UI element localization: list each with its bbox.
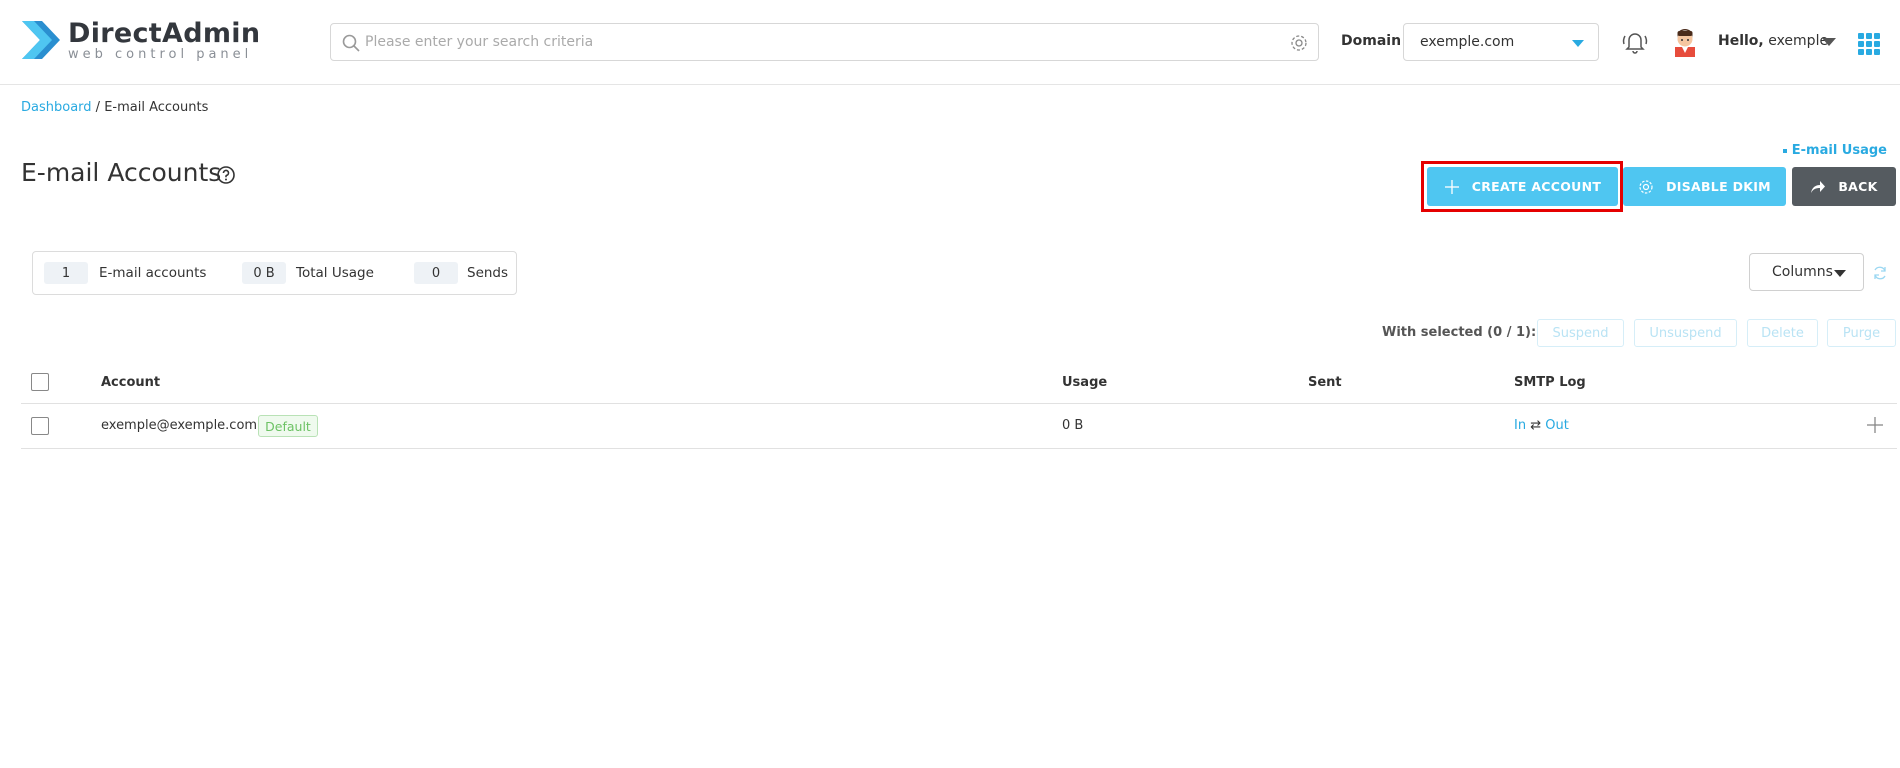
domain-label: Domain xyxy=(1341,33,1402,49)
accounts-count-badge: 1 xyxy=(44,262,88,284)
back-button[interactable]: BACK xyxy=(1792,167,1896,206)
search-bar xyxy=(330,23,1319,61)
gear-icon xyxy=(1639,179,1653,194)
domain-value: exemple.com xyxy=(1420,34,1515,50)
user-menu-chevron-icon[interactable] xyxy=(1822,38,1836,46)
greeting-prefix: Hello, xyxy=(1718,33,1764,49)
username: exemple xyxy=(1768,33,1829,49)
share-arrow-icon xyxy=(1811,180,1826,193)
search-settings-gear-icon[interactable] xyxy=(1289,33,1309,53)
table-header-row: Account Usage Sent SMTP Log xyxy=(21,366,1897,404)
purge-button[interactable]: Purge xyxy=(1827,319,1896,347)
notification-bell-icon[interactable] xyxy=(1620,27,1650,57)
create-account-button[interactable]: CREATE ACCOUNT xyxy=(1427,167,1618,206)
account-usage: 0 B xyxy=(1062,418,1084,433)
with-selected-label: With selected (0 / 1): xyxy=(1382,325,1537,340)
breadcrumb-current: E-mail Accounts xyxy=(104,100,209,115)
chevron-down-icon xyxy=(1572,40,1584,47)
refresh-icon[interactable] xyxy=(1872,265,1888,281)
chevron-down-icon xyxy=(1834,270,1846,277)
suspend-button[interactable]: Suspend xyxy=(1537,319,1624,347)
columns-label: Columns xyxy=(1772,264,1833,280)
smtp-in-link[interactable]: In xyxy=(1514,418,1526,433)
stats-summary: 1 E-mail accounts 0 B Total Usage 0 Send… xyxy=(32,251,517,295)
bullet-icon xyxy=(1782,148,1787,153)
plus-icon xyxy=(1444,179,1459,194)
avatar[interactable] xyxy=(1671,27,1699,57)
smtp-log-links: In ⇄ Out xyxy=(1514,418,1569,433)
top-header: DirectAdmin web control panel Domain exe… xyxy=(0,0,1900,85)
sends-label: Sends xyxy=(467,265,509,281)
table-row: exemple@exemple.com Default 0 B In ⇄ Out xyxy=(21,404,1897,449)
domain-select[interactable]: exemple.com xyxy=(1403,23,1599,61)
logo-subtitle: web control panel xyxy=(68,46,253,62)
expand-row-plus-icon[interactable] xyxy=(1865,415,1885,435)
help-question-icon[interactable] xyxy=(216,165,236,185)
email-usage-link[interactable]: E-mail Usage xyxy=(1782,143,1887,158)
delete-button[interactable]: Delete xyxy=(1747,319,1818,347)
directadmin-logo-icon xyxy=(22,21,60,59)
user-greeting[interactable]: Hello, exemple xyxy=(1718,33,1828,49)
usage-label: Total Usage xyxy=(296,265,374,281)
page-title: E-mail Accounts xyxy=(21,158,222,187)
account-email[interactable]: exemple@exemple.com xyxy=(101,418,257,433)
apps-grid-icon[interactable] xyxy=(1858,33,1880,55)
select-all-checkbox[interactable] xyxy=(31,373,49,391)
back-label: BACK xyxy=(1838,179,1878,194)
column-header-usage[interactable]: Usage xyxy=(1062,375,1107,390)
search-input[interactable] xyxy=(331,24,1318,60)
usage-value-badge: 0 B xyxy=(242,262,286,284)
breadcrumb: Dashboard / E-mail Accounts xyxy=(21,100,208,115)
swap-arrows-icon: ⇄ xyxy=(1530,418,1542,433)
columns-dropdown-button[interactable]: Columns xyxy=(1749,253,1864,291)
accounts-label: E-mail accounts xyxy=(99,265,207,281)
search-icon xyxy=(342,34,360,52)
column-header-smtp-log: SMTP Log xyxy=(1514,375,1586,390)
column-header-account[interactable]: Account xyxy=(101,375,160,390)
disable-dkim-label: DISABLE DKIM xyxy=(1666,179,1771,194)
create-account-label: CREATE ACCOUNT xyxy=(1471,179,1602,194)
disable-dkim-button[interactable]: DISABLE DKIM xyxy=(1623,167,1786,206)
email-usage-label: E-mail Usage xyxy=(1791,143,1887,158)
smtp-out-link[interactable]: Out xyxy=(1545,418,1569,433)
default-badge: Default xyxy=(258,415,318,437)
sends-count-badge: 0 xyxy=(414,262,458,284)
logo-title: DirectAdmin xyxy=(68,17,261,49)
breadcrumb-dashboard-link[interactable]: Dashboard xyxy=(21,100,92,115)
breadcrumb-separator: / xyxy=(91,100,105,115)
logo[interactable]: DirectAdmin web control panel xyxy=(20,17,260,63)
unsuspend-button[interactable]: Unsuspend xyxy=(1634,319,1737,347)
column-header-sent[interactable]: Sent xyxy=(1308,375,1342,390)
row-select-checkbox[interactable] xyxy=(31,417,49,435)
accounts-table: Account Usage Sent SMTP Log exemple@exem… xyxy=(21,366,1897,449)
